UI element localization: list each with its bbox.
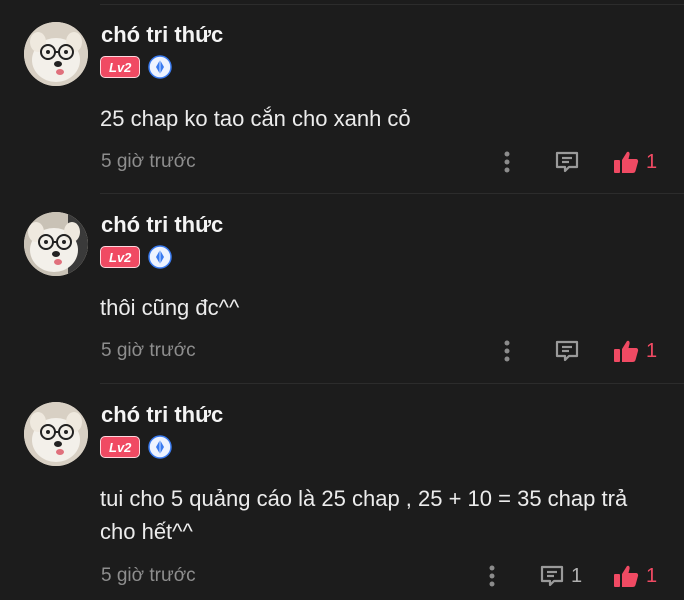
more-vertical-icon bbox=[504, 340, 510, 362]
level-badge: Lv2 bbox=[100, 56, 141, 78]
more-vertical-icon bbox=[489, 565, 495, 587]
username[interactable]: chó tri thức bbox=[101, 212, 223, 238]
comment-actions: 5 giờ trước 1 bbox=[0, 336, 684, 366]
comment-time: 5 giờ trước bbox=[101, 565, 196, 586]
avatar[interactable] bbox=[24, 22, 88, 86]
thumbs-up-icon bbox=[614, 565, 639, 587]
comment-feed: chó tri thức Lv2 25 chap ko tao cắn cho … bbox=[0, 0, 684, 600]
comment-text: 25 chap ko tao cắn cho xanh cỏ bbox=[100, 106, 411, 131]
divider bbox=[100, 383, 684, 384]
comment-time: 5 giờ trước bbox=[101, 340, 196, 361]
crystal-badge-icon bbox=[148, 435, 173, 459]
reply-button[interactable]: 1 bbox=[539, 561, 582, 591]
divider bbox=[100, 4, 684, 5]
like-button[interactable]: 1 bbox=[612, 561, 657, 591]
reply-count: 1 bbox=[571, 564, 583, 587]
comment-actions: 5 giờ trước 1 1 bbox=[0, 561, 684, 591]
level-badge: Lv2 bbox=[100, 436, 141, 458]
username[interactable]: chó tri thức bbox=[101, 402, 223, 428]
comment-icon bbox=[540, 565, 564, 587]
more-options-button[interactable] bbox=[485, 561, 499, 591]
comment-text: thôi cũng đc^^ bbox=[100, 295, 240, 320]
thumbs-up-icon bbox=[614, 340, 639, 362]
comment-text: tui cho 5 quảng cáo là 25 chap , 25 + 10… bbox=[100, 486, 628, 544]
like-count: 1 bbox=[646, 150, 658, 173]
more-options-button[interactable] bbox=[500, 336, 514, 366]
like-count: 1 bbox=[646, 339, 658, 362]
comment-icon bbox=[555, 340, 579, 362]
like-button[interactable]: 1 bbox=[612, 147, 657, 177]
crystal-badge-icon bbox=[148, 55, 173, 79]
thumbs-up-icon bbox=[614, 151, 639, 173]
username[interactable]: chó tri thức bbox=[101, 22, 223, 48]
more-options-button[interactable] bbox=[500, 147, 514, 177]
level-badge: Lv2 bbox=[100, 246, 141, 268]
reply-button[interactable] bbox=[554, 336, 586, 366]
divider bbox=[100, 193, 684, 194]
comment-actions: 5 giờ trước 1 bbox=[0, 147, 684, 177]
avatar[interactable] bbox=[24, 402, 88, 466]
comment-icon bbox=[555, 151, 579, 173]
like-button[interactable]: 1 bbox=[612, 336, 657, 366]
crystal-badge-icon bbox=[148, 245, 173, 269]
more-vertical-icon bbox=[504, 151, 510, 173]
user-badges: Lv2 bbox=[100, 435, 173, 459]
avatar[interactable] bbox=[24, 212, 88, 276]
user-badges: Lv2 bbox=[100, 55, 173, 79]
reply-button[interactable] bbox=[554, 147, 586, 177]
like-count: 1 bbox=[646, 564, 658, 587]
user-badges: Lv2 bbox=[100, 245, 173, 269]
comment-time: 5 giờ trước bbox=[101, 151, 196, 172]
